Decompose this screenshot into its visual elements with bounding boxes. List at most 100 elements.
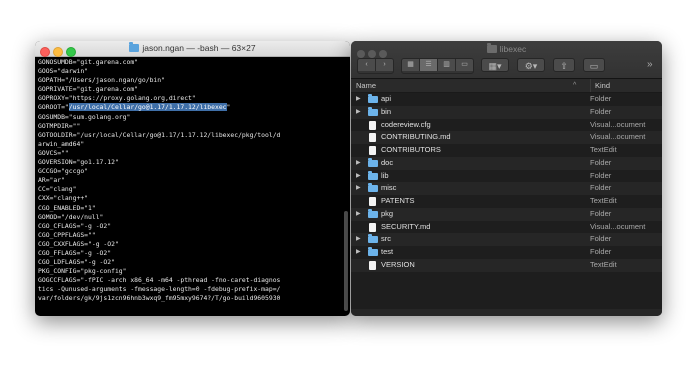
list-view-icon[interactable]: ☰ bbox=[420, 59, 438, 71]
terminal-line-text: var/folders/gk/9js1zcn96hnb3wxq9_fm95mxy… bbox=[38, 294, 281, 303]
terminal-line-text: GOTOOLDIR="/usr/local/Cellar/go@1.17/1.1… bbox=[38, 130, 281, 139]
folder-shape bbox=[368, 208, 378, 218]
terminal-line-text: CGO_CPPFLAGS="" bbox=[38, 230, 96, 239]
terminal-line: CGO_ENABLED="1" bbox=[38, 204, 340, 213]
terminal-output[interactable]: GONOSUMDB="git.garena.com" GOOS="darwin" G… bbox=[38, 58, 340, 314]
terminal-line: CGO_FFLAGS="-g -O2" bbox=[38, 249, 340, 258]
terminal-scrollbar[interactable] bbox=[344, 211, 348, 311]
forward-button[interactable]: › bbox=[376, 59, 393, 71]
icon-view-icon[interactable]: ▦ bbox=[402, 59, 420, 71]
finder-toolbar: libexec ‹ › ▦ ☰ ▥ ▭ ▦▾ ⚙▾ ⇧ ▭ » bbox=[351, 41, 662, 79]
file-kind: Folder bbox=[590, 183, 612, 193]
terminal-line: CC="clang" bbox=[38, 185, 340, 194]
file-row[interactable]: ▶ pkg Folder bbox=[351, 207, 662, 221]
file-kind: TextEdit bbox=[590, 196, 617, 205]
file-kind: Folder bbox=[590, 208, 612, 218]
column-header: Name ^ Kind bbox=[351, 79, 662, 93]
gallery-view-icon[interactable]: ▭ bbox=[456, 59, 473, 71]
terminal-line-text: CGO_ENABLED="1" bbox=[38, 203, 96, 212]
file-row[interactable]: PATENTS TextEdit bbox=[351, 195, 662, 208]
terminal-line-text: GONOSUMDB="git.garena.com" bbox=[38, 58, 139, 66]
terminal-line: AR="ar" bbox=[38, 176, 340, 185]
file-name: CONTRIBUTORS bbox=[381, 145, 441, 154]
file-row[interactable]: ▶ api Folder bbox=[351, 93, 662, 106]
file-kind: Visual...ocument bbox=[590, 221, 646, 231]
terminal-line-text: GOGCCFLAGS="-fPIC -arch x86_64 -m64 -pth… bbox=[38, 276, 281, 285]
terminal-line-text: GOPATH="/Users/jason.ngan/go/bin" bbox=[38, 76, 165, 85]
disclosure-triangle-icon[interactable]: ▶ bbox=[356, 93, 361, 106]
disclosure-triangle-icon[interactable]: ▶ bbox=[356, 208, 361, 221]
terminal-line: CGO_LDFLAGS="-g -O2" bbox=[38, 258, 340, 267]
folder-icon bbox=[486, 43, 497, 53]
terminal-line: GOGCCFLAGS="-fPIC -arch x86_64 -m64 -pth… bbox=[38, 276, 340, 285]
terminal-line: GOMOD="/dev/null" bbox=[38, 213, 340, 222]
terminal-window[interactable]: jason.ngan — -bash — 63×27 GONOSUMDB="gi… bbox=[35, 41, 350, 316]
disclosure-triangle-icon[interactable]: ▶ bbox=[356, 233, 361, 246]
file-row[interactable]: VERSION TextEdit bbox=[351, 258, 662, 272]
terminal-line: GOTOOLDIR="/usr/local/Cellar/go@1.17/1.1… bbox=[38, 131, 340, 140]
action-gear-icon[interactable]: ⚙▾ bbox=[517, 58, 545, 72]
terminal-line-text: AR="ar" bbox=[38, 176, 65, 185]
terminal-title-bar[interactable]: jason.ngan — -bash — 63×27 bbox=[35, 41, 350, 57]
document-shape bbox=[369, 197, 376, 206]
column-view-icon[interactable]: ▥ bbox=[438, 59, 456, 71]
file-name: api bbox=[381, 94, 392, 103]
terminal-line-text: CXX="clang++" bbox=[38, 194, 89, 203]
tag-icon[interactable]: ▭ bbox=[583, 58, 605, 72]
file-name: lib bbox=[381, 170, 389, 180]
group-by-button[interactable]: ▦▾ bbox=[481, 58, 509, 72]
disclosure-triangle-icon[interactable]: ▶ bbox=[356, 170, 361, 183]
finder-window[interactable]: libexec ‹ › ▦ ☰ ▥ ▭ ▦▾ ⚙▾ ⇧ ▭ » Name ^ Kind … bbox=[351, 41, 662, 316]
file-kind: TextEdit bbox=[590, 145, 617, 154]
file-name: test bbox=[381, 247, 394, 256]
terminal-line-text: GOTMPDIR="" bbox=[38, 121, 81, 130]
terminal-line: CGO_CFLAGS="-g -O2" bbox=[38, 222, 340, 231]
selected-text[interactable]: /usr/local/Cellar/go@1.17/1.17.12/libexe… bbox=[68, 103, 227, 112]
folder-shape bbox=[368, 106, 378, 116]
file-row[interactable]: ▶ doc Folder bbox=[351, 156, 662, 170]
file-row[interactable]: codereview.cfg Visual...ocument bbox=[351, 119, 662, 132]
terminal-line: var/folders/gk/9js1zcn96hnb3wxq9_fm95mxy… bbox=[38, 294, 340, 303]
file-name: pkg bbox=[381, 208, 394, 218]
file-name: src bbox=[381, 234, 391, 244]
more-chevron-icon[interactable]: » bbox=[647, 58, 653, 72]
nav-buttons: ‹ › bbox=[357, 58, 394, 74]
terminal-line: GOPATH="/Users/jason.ngan/go/bin" bbox=[38, 76, 340, 85]
terminal-line-text: CGO_CXXFLAGS="-g -O2" bbox=[38, 239, 119, 248]
disclosure-triangle-icon[interactable]: ▶ bbox=[356, 246, 361, 259]
sort-caret-icon: ^ bbox=[573, 82, 577, 89]
terminal-line-text: GOSUMDB="sum.golang.org" bbox=[38, 112, 131, 121]
terminal-line-text: arwin_amd64" bbox=[38, 139, 85, 148]
file-name: CONTRIBUTING.md bbox=[381, 132, 451, 142]
file-row[interactable]: CONTRIBUTORS TextEdit bbox=[351, 144, 662, 157]
file-row[interactable]: ▶ test Folder bbox=[351, 246, 662, 259]
document-shape bbox=[369, 222, 376, 232]
file-row[interactable]: ▶ src Folder bbox=[351, 233, 662, 246]
folder-shape bbox=[368, 183, 378, 193]
share-icon[interactable]: ⇧ bbox=[553, 58, 575, 72]
terminal-line-text: PKG_CONFIG="pkg-config" bbox=[38, 267, 127, 276]
file-kind: Folder bbox=[590, 106, 612, 116]
terminal-line: tics -Qunused-arguments -fmessage-length… bbox=[38, 285, 340, 294]
disclosure-triangle-icon[interactable]: ▶ bbox=[356, 157, 361, 170]
file-kind: Folder bbox=[590, 170, 612, 180]
folder-shape bbox=[368, 170, 378, 180]
file-name: PATENTS bbox=[381, 196, 415, 205]
disclosure-triangle-icon[interactable]: ▶ bbox=[356, 182, 361, 195]
terminal-line-text: GOROOT=" bbox=[38, 103, 69, 112]
name-column-header[interactable]: Name bbox=[356, 79, 376, 92]
file-row[interactable]: ▶ lib Folder bbox=[351, 170, 662, 183]
file-row[interactable]: ▶ misc Folder bbox=[351, 182, 662, 195]
kind-column-header[interactable]: Kind bbox=[590, 79, 610, 92]
terminal-line: GOSUMDB="sum.golang.org" bbox=[38, 113, 340, 122]
file-row[interactable]: ▶ bin Folder bbox=[351, 105, 662, 119]
terminal-line: GOROOT="/usr/local/Cellar/go@1.17/1.17.1… bbox=[38, 103, 340, 112]
file-row[interactable]: CONTRIBUTING.md Visual...ocument bbox=[351, 131, 662, 144]
disclosure-triangle-icon[interactable]: ▶ bbox=[356, 106, 361, 119]
finder-title-text: libexec bbox=[499, 44, 527, 54]
back-button[interactable]: ‹ bbox=[358, 59, 376, 71]
terminal-line: CXX="clang++" bbox=[38, 194, 340, 203]
file-row[interactable]: SECURITY.md Visual...ocument bbox=[351, 221, 662, 234]
terminal-line: GCCGO="gccgo" bbox=[38, 167, 340, 176]
terminal-line: GOTMPDIR="" bbox=[38, 122, 340, 131]
